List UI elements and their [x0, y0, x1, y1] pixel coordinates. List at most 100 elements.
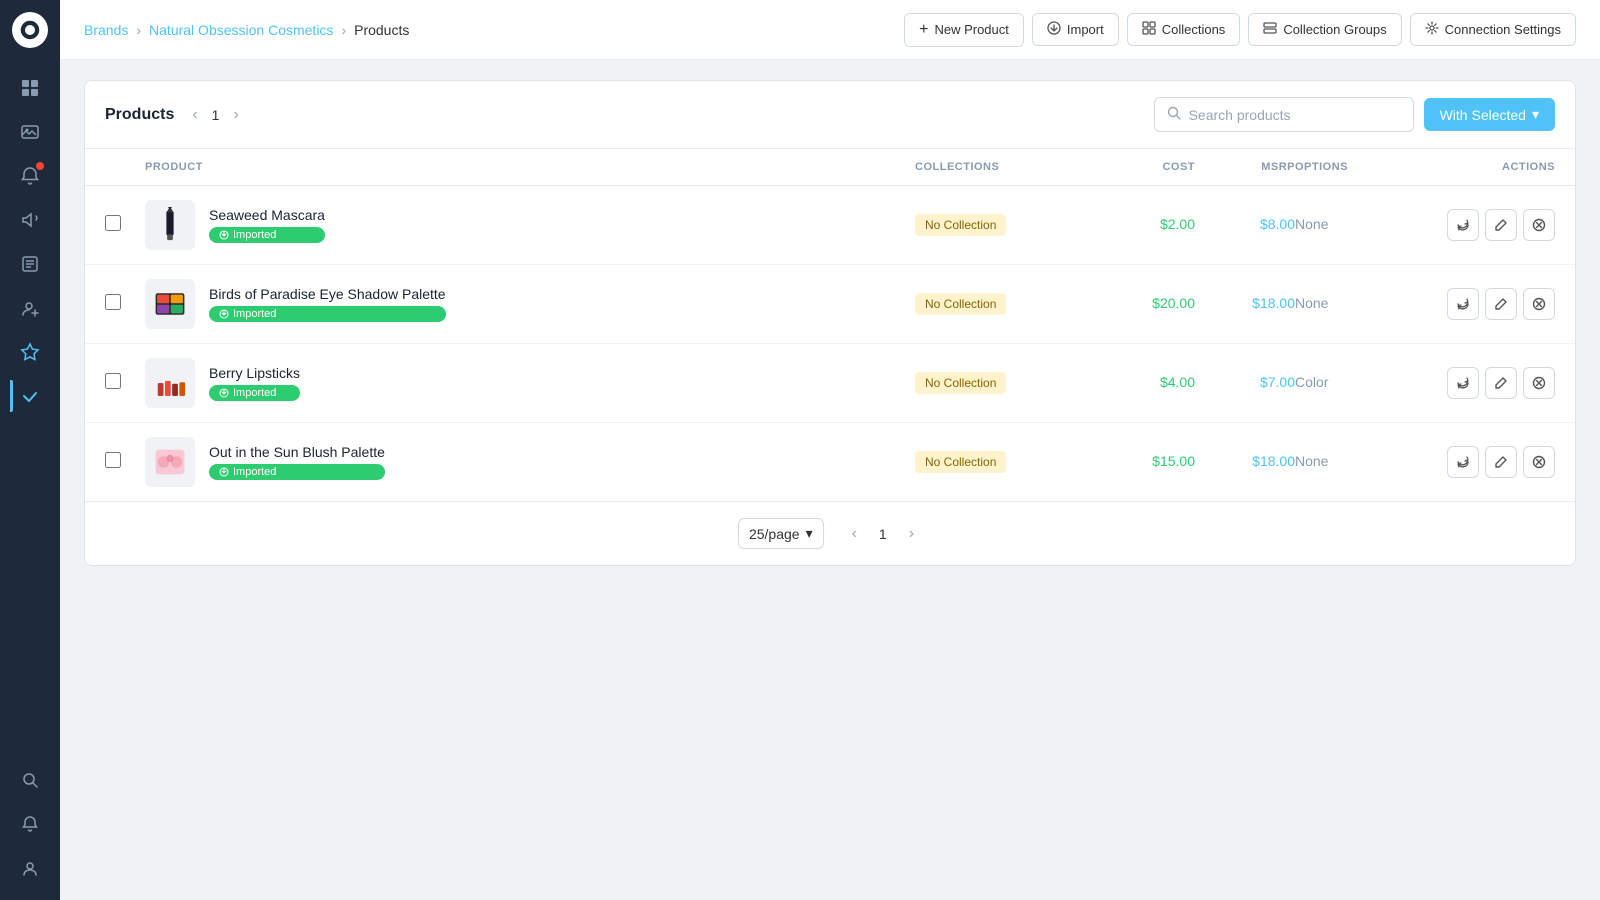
- msrp-value-2: $18.00: [1252, 295, 1295, 311]
- product-name-3: Berry Lipsticks: [209, 365, 300, 381]
- megaphone-icon[interactable]: [10, 200, 50, 240]
- product-name-1: Seaweed Mascara: [209, 207, 325, 223]
- row-select-2[interactable]: [105, 294, 121, 310]
- msrp-cell-4: $18.00: [1195, 453, 1295, 471]
- product-cell-2: Birds of Paradise Eye Shadow Palette Imp…: [145, 279, 915, 329]
- footer-next-button[interactable]: ›: [901, 523, 922, 545]
- collection-groups-button[interactable]: Collection Groups: [1248, 13, 1401, 46]
- row-select-1[interactable]: [105, 215, 121, 231]
- import-button[interactable]: Import: [1032, 13, 1119, 46]
- search-icon: [1167, 106, 1181, 123]
- product-cell-3: Berry Lipsticks Imported: [145, 358, 915, 408]
- refresh-button-2[interactable]: [1447, 288, 1479, 320]
- cost-value-3: $4.00: [1160, 374, 1195, 390]
- per-page-chevron-icon: ▾: [806, 525, 813, 542]
- cost-value-4: $15.00: [1152, 453, 1195, 469]
- actions-cell-2: [1395, 288, 1555, 320]
- star-icon[interactable]: [10, 332, 50, 372]
- collection-cell-2: No Collection: [915, 293, 1095, 315]
- refresh-button-3[interactable]: [1447, 367, 1479, 399]
- product-info-1: Seaweed Mascara Imported: [209, 207, 325, 243]
- row-select-3[interactable]: [105, 373, 121, 389]
- collection-cell-4: No Collection: [915, 451, 1095, 473]
- product-image-1: [145, 200, 195, 250]
- table-row: Birds of Paradise Eye Shadow Palette Imp…: [85, 265, 1575, 344]
- chevron-down-icon: ▾: [1532, 106, 1539, 123]
- table-body: Seaweed Mascara Imported No Collection $…: [85, 186, 1575, 501]
- delete-button-3[interactable]: [1523, 367, 1555, 399]
- check-icon[interactable]: [10, 376, 50, 416]
- product-image-2: [145, 279, 195, 329]
- cost-value-2: $20.00: [1152, 295, 1195, 311]
- next-page-button[interactable]: ›: [227, 104, 244, 126]
- delete-button-4[interactable]: [1523, 446, 1555, 478]
- orders-icon[interactable]: [10, 244, 50, 284]
- msrp-value-1: $8.00: [1260, 216, 1295, 232]
- edit-button-2[interactable]: [1485, 288, 1517, 320]
- brands-link[interactable]: Brands: [84, 22, 128, 38]
- products-title: Products: [105, 106, 174, 124]
- notification-icon[interactable]: [10, 156, 50, 196]
- per-page-select[interactable]: 25/page ▾: [738, 518, 824, 549]
- new-product-button[interactable]: + New Product: [904, 13, 1024, 47]
- edit-button-1[interactable]: [1485, 209, 1517, 241]
- notification-badge: [36, 162, 44, 170]
- table-footer: 25/page ▾ ‹ 1 ›: [85, 501, 1575, 565]
- search-input[interactable]: [1189, 107, 1401, 123]
- product-col-header: Product: [145, 161, 915, 173]
- edit-button-4[interactable]: [1485, 446, 1517, 478]
- collections-col-header: Collections: [915, 161, 1095, 173]
- with-selected-button[interactable]: With Selected ▾: [1424, 98, 1555, 131]
- actions-cell-3: [1395, 367, 1555, 399]
- row-checkbox-1: [105, 215, 145, 236]
- cost-col-header: Cost: [1095, 161, 1195, 173]
- product-info-4: Out in the Sun Blush Palette Imported: [209, 444, 385, 480]
- breadcrumb-sep-2: ›: [341, 22, 346, 38]
- row-checkbox-4: [105, 452, 145, 473]
- collections-button[interactable]: Collections: [1127, 13, 1241, 46]
- footer-page-number: 1: [871, 524, 895, 544]
- delete-button-2[interactable]: [1523, 288, 1555, 320]
- row-select-4[interactable]: [105, 452, 121, 468]
- collections-icon: [1142, 21, 1156, 38]
- delete-button-1[interactable]: [1523, 209, 1555, 241]
- sidebar-bottom: [10, 760, 50, 888]
- edit-button-3[interactable]: [1485, 367, 1517, 399]
- table-row: Out in the Sun Blush Palette Imported No…: [85, 423, 1575, 501]
- product-name-2: Birds of Paradise Eye Shadow Palette: [209, 286, 446, 302]
- imported-badge-2: Imported: [209, 306, 446, 322]
- connection-settings-button[interactable]: Connection Settings: [1410, 13, 1576, 46]
- prev-page-button[interactable]: ‹: [186, 104, 203, 126]
- brand-name-link[interactable]: Natural Obsession Cosmetics: [149, 22, 333, 38]
- actions-cell-1: [1395, 209, 1555, 241]
- cost-cell-1: $2.00: [1095, 216, 1195, 234]
- page-number: 1: [212, 107, 220, 123]
- row-checkbox-2: [105, 294, 145, 315]
- product-info-3: Berry Lipsticks Imported: [209, 365, 300, 401]
- refresh-button-4[interactable]: [1447, 446, 1479, 478]
- products-card: Products ‹ 1 › With Selec: [84, 80, 1576, 566]
- table-header-row: Product Collections Cost MSRP Options Ac…: [85, 149, 1575, 186]
- topbar-actions: + New Product Import Collections Collec: [904, 13, 1576, 47]
- cost-value-1: $2.00: [1160, 216, 1195, 232]
- add-user-icon[interactable]: [10, 288, 50, 328]
- cost-cell-4: $15.00: [1095, 453, 1195, 471]
- msrp-cell-1: $8.00: [1195, 216, 1295, 234]
- refresh-button-1[interactable]: [1447, 209, 1479, 241]
- search-box: [1154, 97, 1414, 132]
- settings-icon: [1425, 21, 1439, 38]
- product-info-2: Birds of Paradise Eye Shadow Palette Imp…: [209, 286, 446, 322]
- search-bottom-icon[interactable]: [10, 760, 50, 800]
- bell-bottom-icon[interactable]: [10, 804, 50, 844]
- dashboard-icon[interactable]: [10, 68, 50, 108]
- actions-cell-4: [1395, 446, 1555, 478]
- msrp-value-3: $7.00: [1260, 374, 1295, 390]
- options-value-4: None: [1295, 453, 1328, 469]
- image-icon[interactable]: [10, 112, 50, 152]
- options-value-3: Color: [1295, 374, 1328, 390]
- user-bottom-icon[interactable]: [10, 848, 50, 888]
- cost-cell-2: $20.00: [1095, 295, 1195, 313]
- cost-cell-3: $4.00: [1095, 374, 1195, 392]
- footer-prev-button[interactable]: ‹: [844, 523, 865, 545]
- options-cell-3: Color: [1295, 374, 1395, 392]
